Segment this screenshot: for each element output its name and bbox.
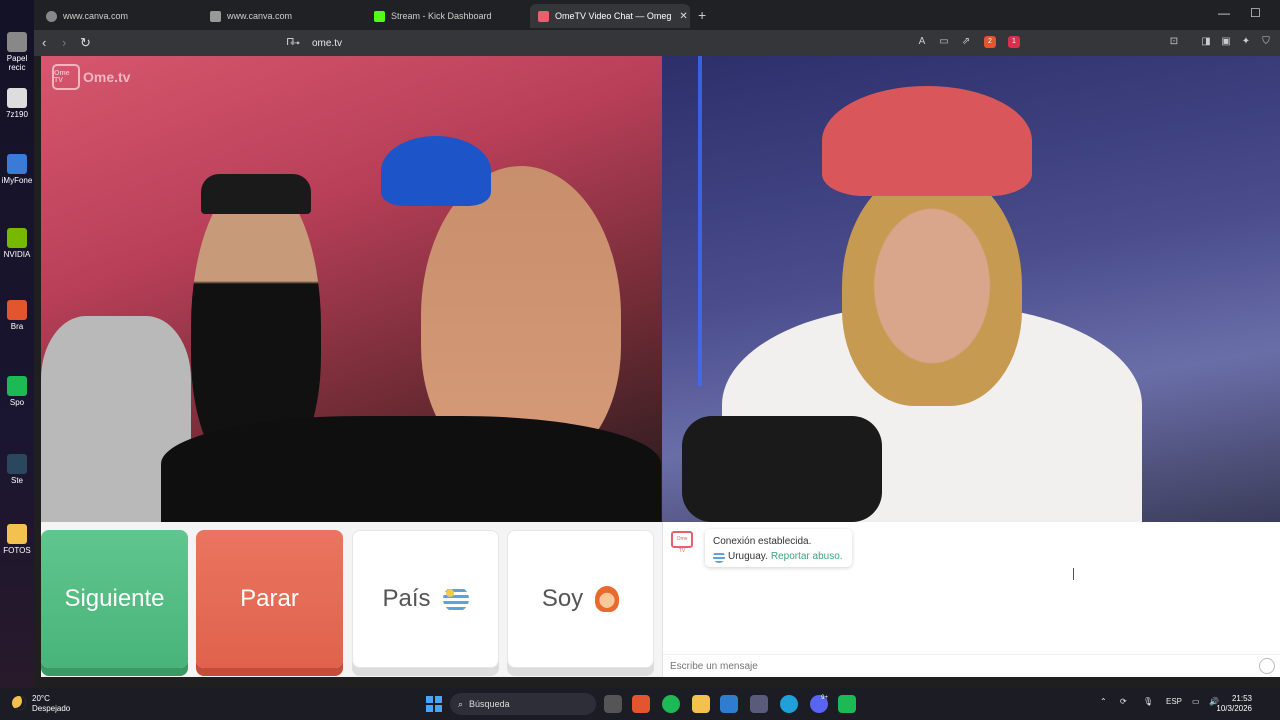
steam-icon bbox=[7, 454, 27, 474]
spotify-icon bbox=[7, 376, 27, 396]
spotify-taskbar-icon[interactable] bbox=[662, 695, 680, 713]
brave-shields-icon[interactable]: 2 bbox=[984, 36, 996, 48]
desktop-icon-7zip[interactable]: 7z190 bbox=[0, 88, 34, 119]
partner-country: Uruguay. bbox=[728, 551, 768, 562]
new-tab-button[interactable]: + bbox=[698, 7, 706, 23]
folder-icon bbox=[7, 524, 27, 544]
message-input[interactable] bbox=[670, 658, 1230, 675]
desktop-icon-brave[interactable]: Bra bbox=[0, 300, 34, 331]
connection-text: Conexión establecida. bbox=[713, 536, 812, 547]
next-button[interactable]: Siguiente bbox=[41, 530, 188, 668]
weather-widget[interactable]: 20°C Despejado bbox=[12, 694, 70, 714]
report-abuse-link[interactable]: Reportar abuso. bbox=[771, 549, 843, 564]
file-explorer-icon[interactable] bbox=[692, 695, 710, 713]
tab-strip: www.canva.com www.canva.com Stream - Kic… bbox=[34, 0, 1280, 30]
translate-icon[interactable]: A bbox=[916, 36, 928, 48]
taskbar-clock[interactable]: 21:53 10/3/2026 bbox=[1216, 694, 1252, 714]
message-bar bbox=[663, 654, 1280, 677]
wallet-icon[interactable]: ▣ bbox=[1220, 36, 1232, 48]
cast-icon[interactable]: ▭ bbox=[938, 36, 950, 48]
page-icon bbox=[210, 10, 221, 22]
kick-icon bbox=[374, 10, 385, 22]
browser-window: www.canva.com www.canva.com Stream - Kic… bbox=[34, 0, 1280, 688]
microphone-icon[interactable]: 🎙 bbox=[1143, 697, 1153, 706]
girl-emoji-icon bbox=[595, 586, 620, 612]
forward-icon[interactable]: › bbox=[62, 35, 66, 50]
task-view-icon[interactable] bbox=[604, 695, 622, 713]
discord-icon[interactable]: 9+ bbox=[810, 695, 828, 713]
desktop-icon-imyfone[interactable]: iMyFone bbox=[0, 154, 34, 185]
sidebar-icon[interactable]: ◨ bbox=[1200, 36, 1212, 48]
windows-start-icon[interactable] bbox=[426, 696, 442, 712]
uruguay-flag-icon bbox=[442, 586, 469, 612]
close-tab-icon[interactable]: ✕ bbox=[679, 11, 687, 22]
mouse-cursor-icon bbox=[1073, 568, 1081, 580]
gender-button[interactable]: Soy bbox=[507, 530, 654, 668]
mail-icon[interactable] bbox=[720, 695, 738, 713]
desktop-icon-fotos[interactable]: FOTOS bbox=[0, 524, 34, 555]
sync-icon[interactable]: ⟳ bbox=[1120, 697, 1127, 706]
vpn-icon[interactable]: ⛉ bbox=[1260, 36, 1272, 48]
globe-icon bbox=[46, 10, 57, 22]
self-video bbox=[662, 56, 1280, 522]
reload-icon[interactable]: ↻ bbox=[80, 35, 91, 51]
ometv-logo: Ome TV Ome.tv bbox=[52, 64, 130, 90]
emoji-picker-icon[interactable] bbox=[1259, 658, 1275, 674]
maximize-icon[interactable]: ☐ bbox=[1250, 6, 1261, 20]
share-icon[interactable]: ⇗ bbox=[960, 36, 972, 48]
ometv-page: Ome TV Ome.tv Siguiente Parar País Soy O… bbox=[41, 56, 1280, 677]
stop-button[interactable]: Parar bbox=[196, 530, 343, 668]
brave-icon bbox=[7, 300, 27, 320]
partner-video: Ome TV Ome.tv bbox=[41, 56, 662, 522]
recycle-bin-icon bbox=[7, 32, 27, 52]
archive-icon bbox=[7, 88, 27, 108]
store-icon[interactable] bbox=[750, 695, 768, 713]
windows-taskbar: 20°C Despejado ⌕ Búsqueda 9+ ⌃ ⟳ 🎙 ESP ▭ … bbox=[0, 688, 1280, 720]
minimize-icon[interactable]: — bbox=[1218, 6, 1230, 20]
desktop-icon-recycle[interactable]: Papel recic bbox=[0, 32, 34, 72]
system-message: Conexión establecida. Uruguay. Reportar … bbox=[705, 529, 852, 567]
ometv-icon bbox=[538, 10, 549, 22]
browser-toolbar: ‹ › ↻ ⊓ ⊶ ome.tv A ▭ ⇗ 2 1 ⊡ ◨ ▣ ✦ ⛉ bbox=[34, 30, 1280, 56]
uruguay-flag-icon bbox=[713, 550, 725, 563]
tray-chevron-icon[interactable]: ⌃ bbox=[1100, 697, 1107, 706]
tab-canva-2[interactable]: www.canva.com bbox=[202, 4, 362, 28]
control-panel: Siguiente Parar País Soy bbox=[41, 522, 662, 677]
language-indicator[interactable]: ESP bbox=[1166, 697, 1182, 706]
desktop-icon-steam[interactable]: Ste bbox=[0, 454, 34, 485]
desktop-icon-nvidia[interactable]: NVIDIA bbox=[0, 228, 34, 259]
moon-icon bbox=[12, 696, 26, 710]
back-icon[interactable]: ‹ bbox=[42, 35, 46, 50]
tab-kick-dashboard[interactable]: Stream - Kick Dashboard bbox=[366, 4, 526, 28]
desktop: Papel recic 7z190 iMyFone NVIDIA Bra Spo… bbox=[0, 0, 1280, 720]
tab-ometv[interactable]: OmeTV Video Chat — Omeg ✕ bbox=[530, 4, 690, 28]
brave-rewards-icon[interactable]: 1 bbox=[1008, 36, 1020, 48]
desktop-icon-spotify[interactable]: Spo bbox=[0, 376, 34, 407]
imyfone-icon bbox=[7, 154, 27, 174]
address-bar[interactable]: ⊶ ome.tv bbox=[282, 33, 1022, 53]
edge-icon[interactable] bbox=[780, 695, 798, 713]
tv-logo-icon: Ome TV bbox=[52, 64, 80, 90]
desktop-icons: Papel recic 7z190 iMyFone NVIDIA Bra Spo… bbox=[0, 30, 34, 690]
kick-taskbar-icon[interactable] bbox=[838, 695, 856, 713]
brave-taskbar-icon[interactable] bbox=[632, 695, 650, 713]
network-icon[interactable]: ▭ bbox=[1192, 697, 1200, 706]
site-info-icon[interactable]: ⊶ bbox=[290, 38, 300, 49]
nvidia-icon bbox=[7, 228, 27, 248]
leo-ai-icon[interactable]: ✦ bbox=[1240, 36, 1252, 48]
tab-canva-1[interactable]: www.canva.com bbox=[38, 4, 198, 28]
url-text: ome.tv bbox=[312, 37, 343, 49]
country-button[interactable]: País bbox=[352, 530, 499, 668]
ometv-system-icon: Ome TV bbox=[671, 531, 693, 554]
taskbar-search[interactable]: ⌕ Búsqueda bbox=[450, 693, 596, 715]
search-icon: ⌕ bbox=[458, 698, 464, 709]
screenshot-icon[interactable]: ⊡ bbox=[1168, 36, 1180, 48]
chat-panel: Ome TV Conexión establecida. Uruguay. Re… bbox=[662, 522, 1280, 677]
